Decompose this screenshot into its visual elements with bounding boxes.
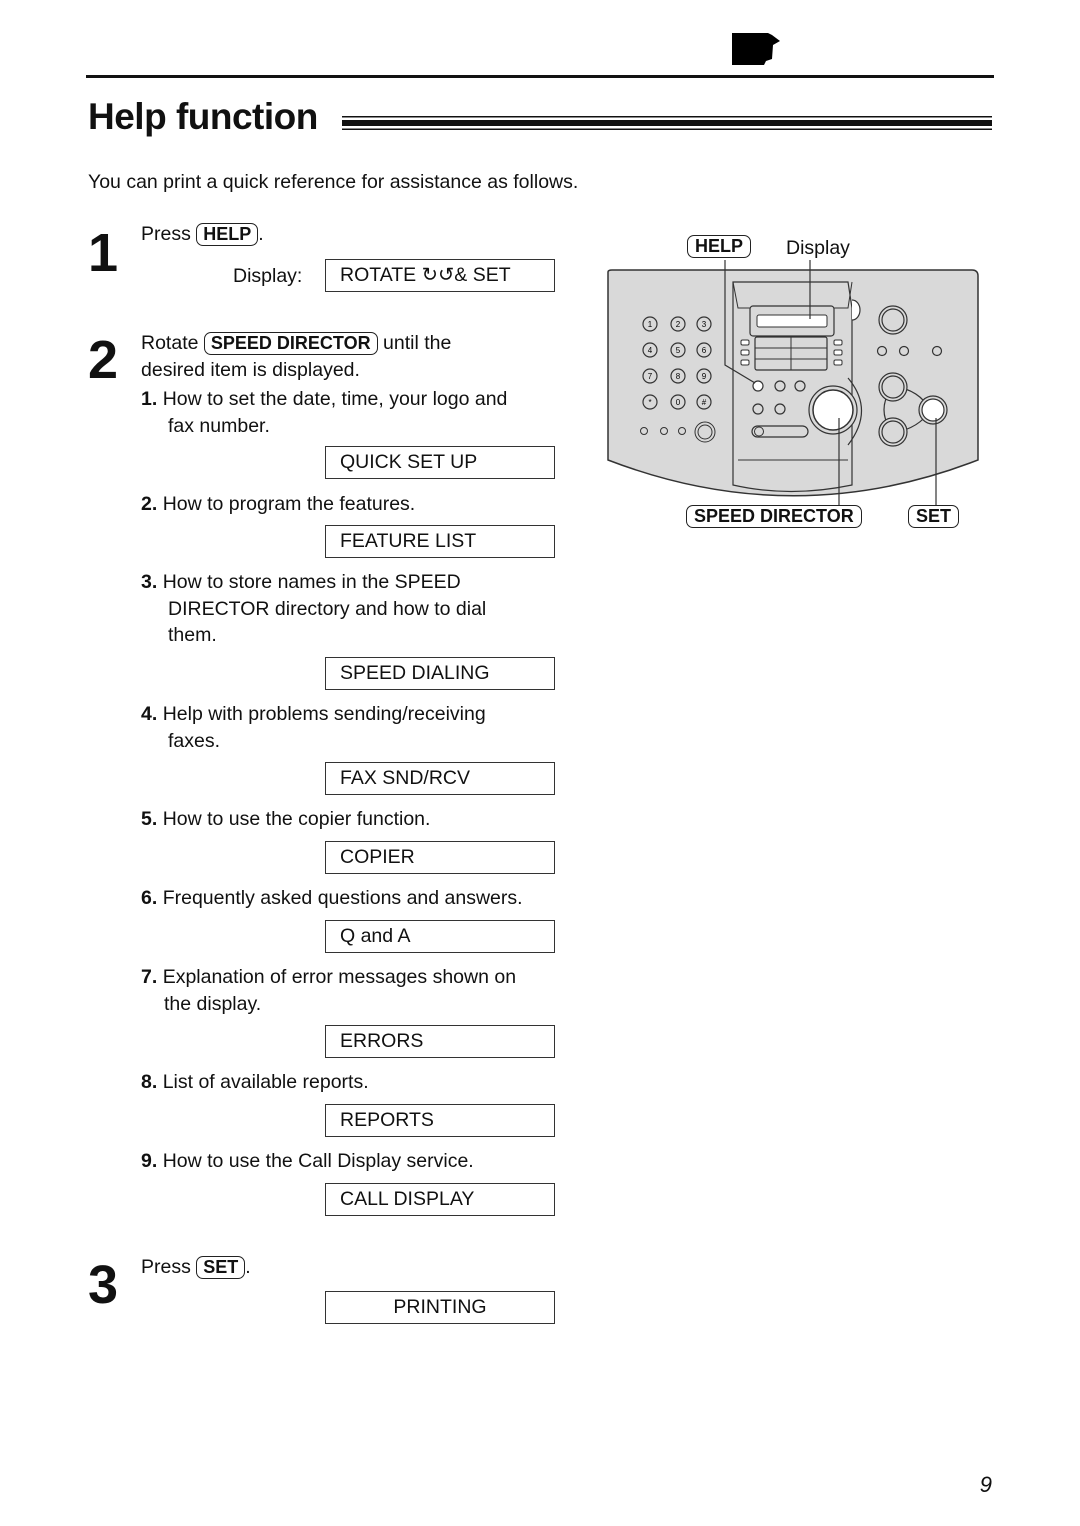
step-3-suffix: .: [245, 1256, 251, 1278]
display-box-quick-set-up: QUICK SET UP: [325, 446, 555, 479]
display-box-printing: PRINTING: [325, 1291, 555, 1324]
step-2-suffix: until the: [383, 332, 452, 354]
intro-text: You can print a quick reference for assi…: [88, 171, 579, 193]
fax-control-panel-diagram: 1 2 3 4 5 6 7 8 9 * 0 #: [607, 260, 979, 505]
diagram-label-help: HELP: [687, 235, 752, 258]
item-text: How to program the features.: [162, 493, 416, 515]
diagram-label-display: Display: [786, 237, 850, 259]
item-text: How to use the Call Display service.: [162, 1150, 474, 1172]
step-3-prefix: Press: [141, 1256, 191, 1278]
step-2-line2: desired item is displayed.: [141, 358, 360, 381]
display-box-feature-list: FEATURE LIST: [325, 525, 555, 558]
speed-director-dial: [812, 389, 854, 431]
keypad-key-label: *: [648, 398, 651, 407]
display-box-rotate-set: ROTATE ↻↺& SET: [325, 259, 555, 292]
keypad-key-label: 6: [702, 346, 707, 355]
item-number: 1.: [141, 388, 158, 410]
item-text-cont: faxes.: [168, 729, 221, 752]
display-box-errors: ERRORS: [325, 1025, 555, 1058]
keypad-key-label: 3: [702, 320, 707, 329]
step-1-suffix: .: [258, 223, 264, 245]
item-text: Explanation of error messages shown on: [162, 966, 517, 988]
item-text: Help with problems sending/receiving: [162, 703, 486, 725]
help-key: HELP: [196, 223, 259, 246]
help-item-2: 2. How to program the features.: [141, 491, 561, 518]
display-box-call-display: CALL DISPLAY: [325, 1183, 555, 1216]
set-key-label: SET: [908, 505, 960, 528]
item-text: Frequently asked questions and answers.: [162, 887, 523, 909]
keypad-key-label: 2: [676, 320, 681, 329]
display-box-speed-dialing: SPEED DIALING: [325, 657, 555, 690]
page-number: 9: [979, 1472, 992, 1497]
keypad-key-label: #: [702, 398, 707, 407]
keypad-key-label: 7: [648, 372, 653, 381]
step-2-prefix: Rotate: [141, 332, 199, 354]
help-item-4: 4. Help with problems sending/receiving …: [141, 701, 561, 754]
title-decorative-rule: [342, 116, 992, 130]
display-box-fax-snd-rcv: FAX SND/RCV: [325, 762, 555, 795]
keypad-key-label: 4: [648, 346, 653, 355]
item-text-cont: them.: [168, 624, 217, 646]
item-number: 2.: [141, 493, 158, 515]
display-label: Display:: [233, 265, 303, 287]
help-item-6: 6. Frequently asked questions and answer…: [141, 885, 561, 912]
help-key-label: HELP: [687, 235, 752, 258]
help-item-8: 8. List of available reports.: [141, 1069, 561, 1096]
item-text-cont: DIRECTOR directory and how to dial: [168, 597, 487, 620]
help-item-7: 7. Explanation of error messages shown o…: [141, 964, 561, 1017]
item-text: How to use the copier function.: [162, 808, 431, 830]
item-number: 3.: [141, 571, 158, 593]
help-item-3: 3. How to store names in the SPEED DIREC…: [141, 569, 561, 649]
speed-director-key-label: SPEED DIRECTOR: [686, 505, 862, 528]
black-tab-marker-icon: [732, 33, 780, 65]
keypad-key-label: 0: [676, 398, 681, 407]
item-number: 8.: [141, 1071, 158, 1093]
page-title: Help function: [88, 96, 318, 137]
display-box-reports: REPORTS: [325, 1104, 555, 1137]
display-box-q-and-a: Q and A: [325, 920, 555, 953]
item-number: 5.: [141, 808, 158, 830]
item-text-cont: fax number.: [168, 414, 270, 437]
step-number-1: 1: [88, 223, 119, 283]
keypad-key-label: 5: [676, 346, 681, 355]
item-number: 7.: [141, 966, 158, 988]
keypad-key-label: 8: [676, 372, 681, 381]
item-text: How to set the date, time, your logo and: [162, 388, 508, 410]
item-text: How to store names in the SPEED: [162, 571, 461, 593]
item-number: 6.: [141, 887, 158, 909]
keypad-key-label: 9: [702, 372, 707, 381]
item-number: 4.: [141, 703, 158, 725]
speed-director-key: SPEED DIRECTOR: [203, 332, 378, 355]
step-3-instruction: Press SET.: [141, 1254, 251, 1281]
keypad-key-label: 1: [648, 320, 653, 329]
step-1-prefix: Press: [141, 223, 191, 245]
item-number: 9.: [141, 1150, 158, 1172]
step-1-instruction: Press HELP.: [141, 221, 264, 248]
diagram-label-set: SET: [908, 505, 960, 528]
lcd-display-screen: [756, 314, 828, 328]
set-key: SET: [196, 1256, 246, 1279]
step-number-2: 2: [88, 330, 119, 390]
item-text: List of available reports.: [162, 1071, 369, 1093]
set-button: [921, 398, 945, 422]
header-rule: [86, 75, 994, 78]
display-box-copier: COPIER: [325, 841, 555, 874]
diagram-label-speed-director: SPEED DIRECTOR: [686, 505, 862, 528]
help-item-1: 1. How to set the date, time, your logo …: [141, 386, 561, 439]
step-2-instruction: Rotate SPEED DIRECTOR until the desired …: [141, 330, 451, 383]
item-text-cont: the display.: [164, 992, 262, 1015]
help-item-9: 9. How to use the Call Display service.: [141, 1148, 561, 1175]
help-item-5: 5. How to use the copier function.: [141, 806, 561, 833]
step-number-3: 3: [88, 1255, 119, 1315]
